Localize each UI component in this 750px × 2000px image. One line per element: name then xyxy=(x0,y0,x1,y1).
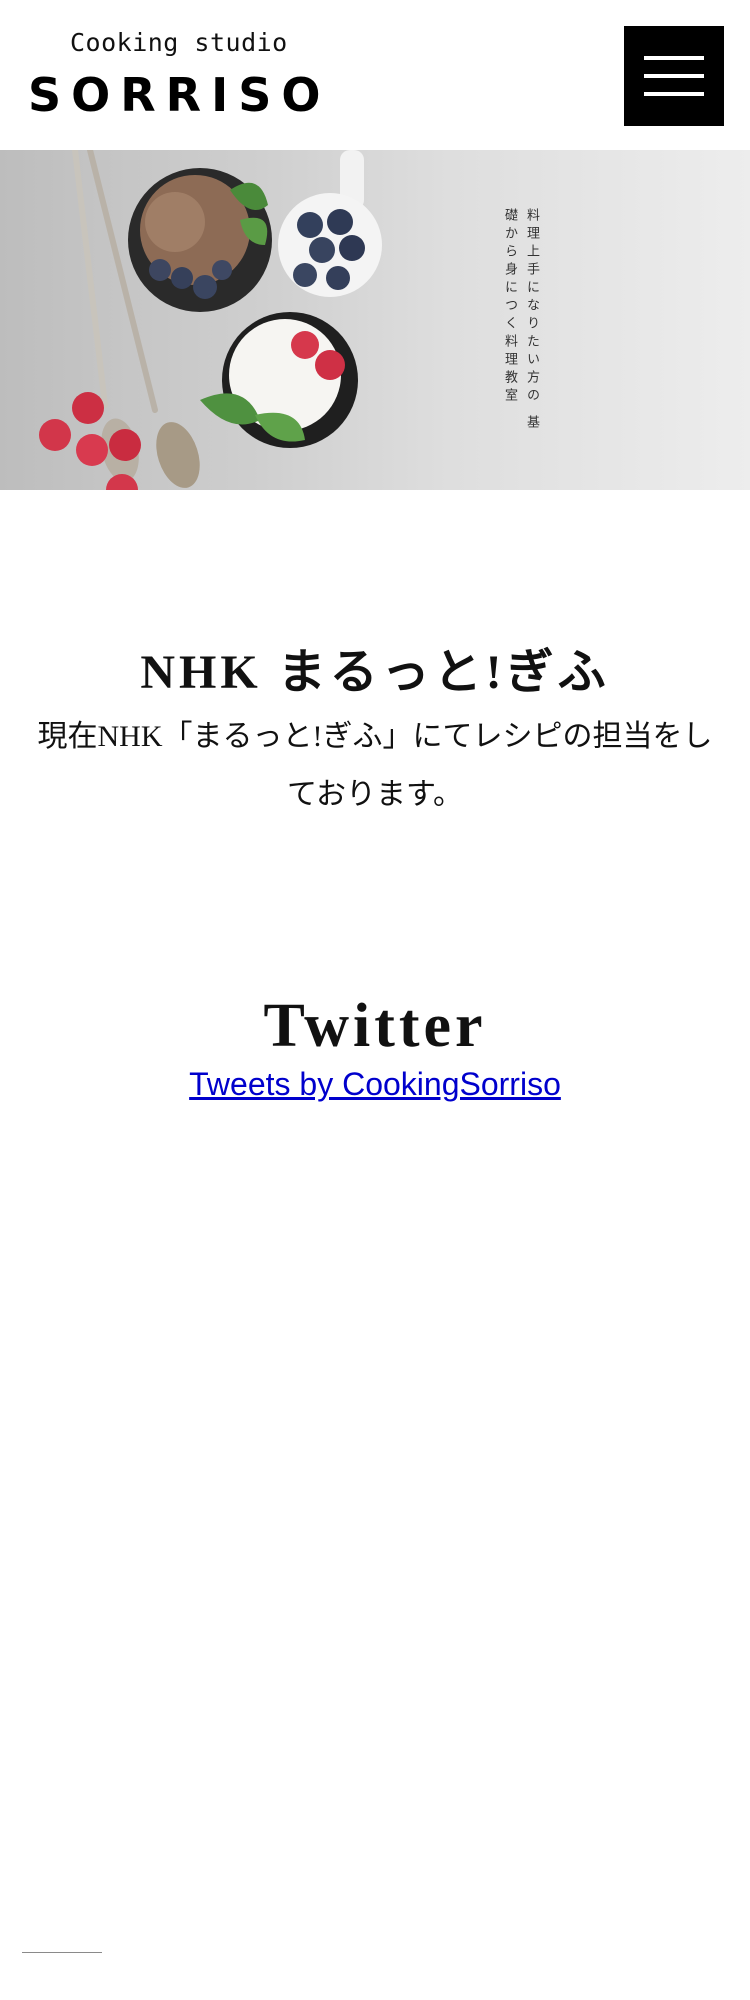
site-logo[interactable]: Cooking studio SORRISO xyxy=(28,20,358,130)
nhk-section-text: 現在NHK「まるっと!ぎふ」にてレシピの担当をしております。 xyxy=(37,720,713,811)
menu-button[interactable] xyxy=(624,26,724,126)
yogurt-bowl xyxy=(200,312,358,448)
logo-title: SORRISO xyxy=(28,68,331,122)
blueberry-cup xyxy=(278,150,382,297)
hamburger-icon xyxy=(644,56,704,60)
nhk-section-title: NHK まるっと!ぎふ xyxy=(140,645,610,699)
raspberries xyxy=(39,392,141,490)
hero-tagline: 料理上手になりたい方の 基礎から身につく料理教室 xyxy=(502,208,539,434)
twitter-section-title: Twitter xyxy=(263,992,487,1061)
footer-divider xyxy=(22,1952,102,1953)
logo-subtitle: Cooking studio xyxy=(70,28,288,57)
site-header: Cooking studio SORRISO xyxy=(0,0,750,150)
dessert-photo xyxy=(39,150,382,490)
chocolate-icecream-bowl xyxy=(128,168,272,312)
hero-image: 料理上手になりたい方の 基礎から身につく料理教室 xyxy=(0,150,750,490)
tweets-link[interactable]: Tweets by CookingSorriso xyxy=(0,1066,750,1103)
